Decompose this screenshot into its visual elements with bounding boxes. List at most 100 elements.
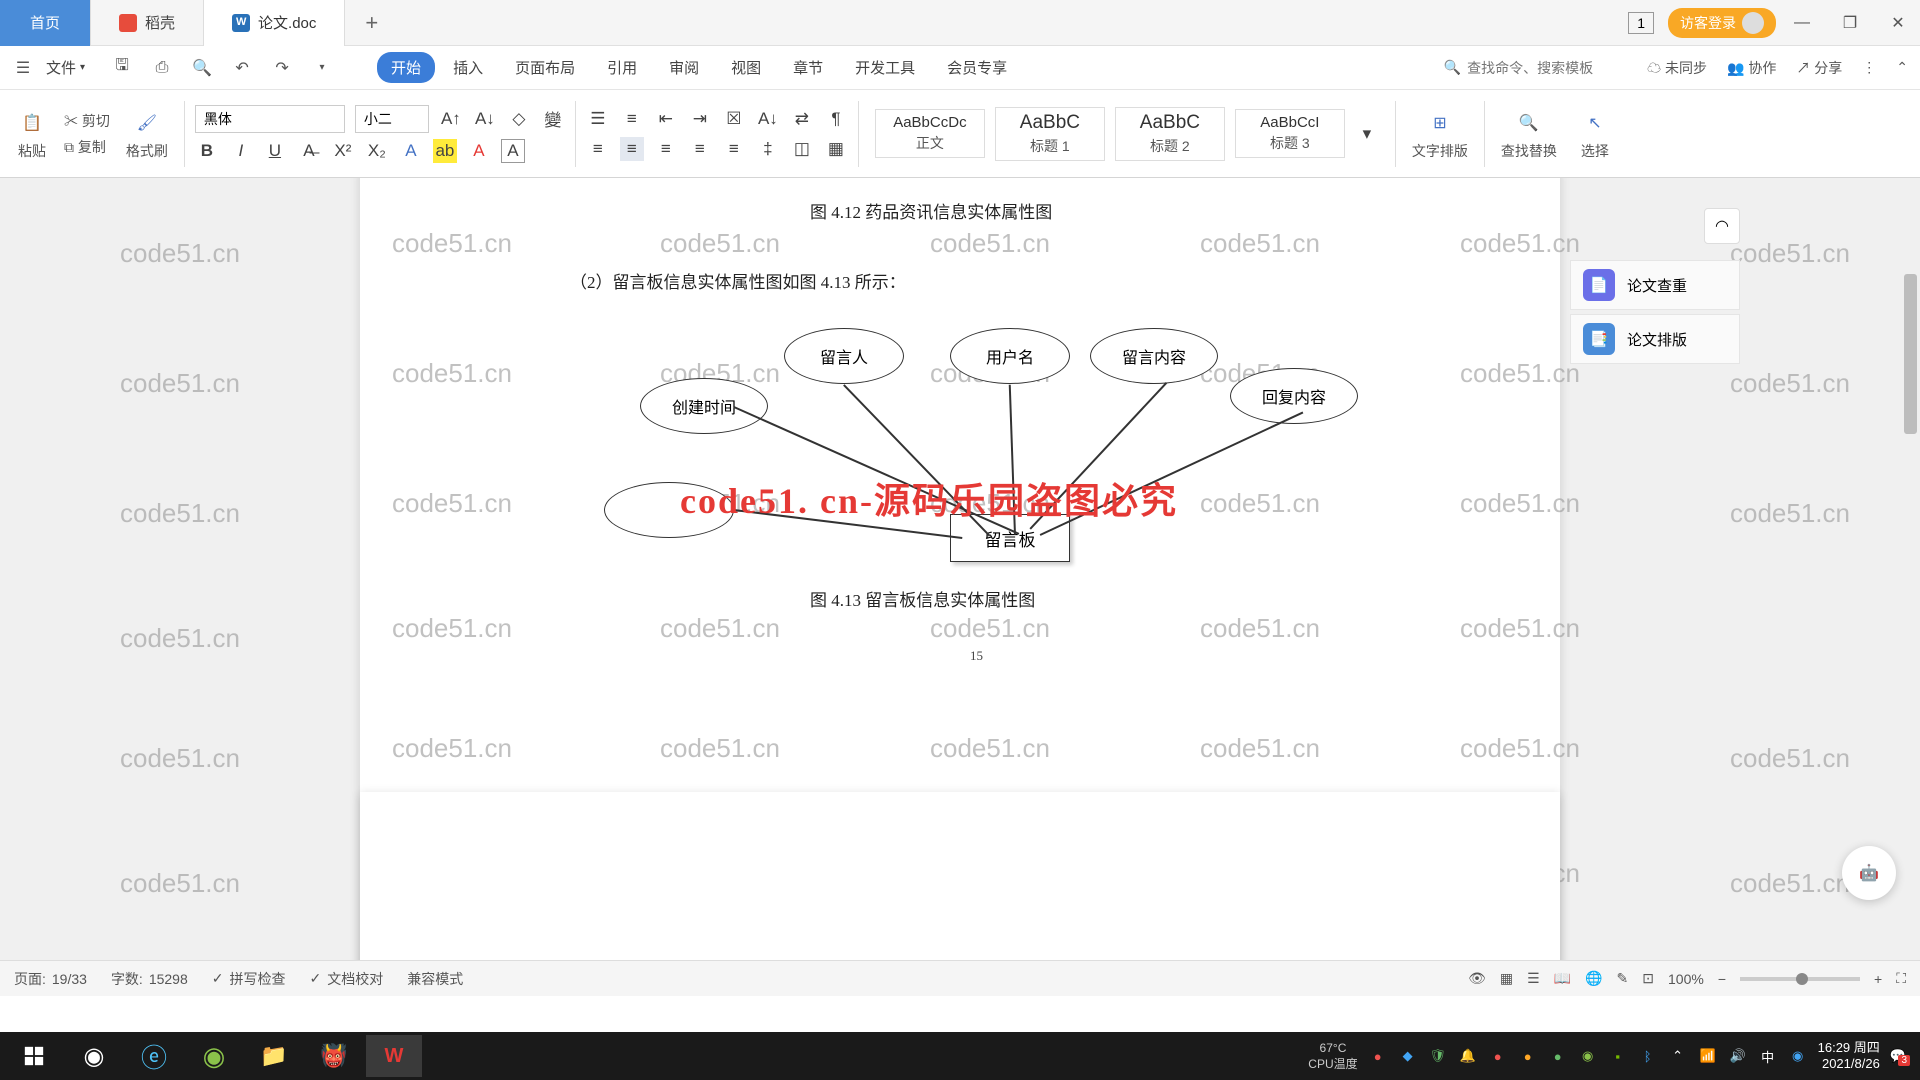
tab-review[interactable]: 审阅 [655,52,713,83]
explorer-icon[interactable]: 📁 [246,1035,302,1077]
italic-button[interactable]: I [229,139,253,163]
tab-reference[interactable]: 引用 [593,52,651,83]
zoom-out[interactable]: − [1718,971,1726,987]
preview-icon[interactable]: 🔍 [191,57,213,79]
spell-check[interactable]: ✓ 拼写检查 [212,969,286,989]
zoom-in[interactable]: + [1874,971,1882,987]
tab-view[interactable]: 视图 [717,52,775,83]
paper-format[interactable]: 📑论文排版 [1570,314,1740,364]
collab-button[interactable]: 👥 协作 [1727,58,1776,78]
zoom-slider[interactable] [1740,977,1860,981]
phonetic-icon[interactable]: 變 [541,107,565,131]
tab-pagelayout[interactable]: 页面布局 [501,52,589,83]
tray-icon[interactable]: ◉ [1788,1046,1808,1066]
align-right-icon[interactable]: ≡ [654,137,678,161]
font-name-combo[interactable]: 黑体 [195,105,345,133]
print-icon[interactable]: ⎙ [151,57,173,79]
tray-icon[interactable]: ● [1488,1046,1508,1066]
tab-member[interactable]: 会员专享 [933,52,1021,83]
app-icon[interactable]: 👹 [306,1035,362,1077]
asian-layout-icon[interactable]: ☒ [722,107,746,131]
tab-document[interactable]: 论文.doc [204,0,345,46]
decrease-font-icon[interactable]: A↓ [473,107,497,131]
zoom-thumb[interactable] [1796,973,1808,985]
notification-center[interactable]: 💬3 [1890,1048,1906,1064]
collapse-ribbon-icon[interactable]: ⌃ [1896,59,1908,76]
distribute-icon[interactable]: ≡ [722,137,746,161]
char-border-button[interactable]: A [501,139,525,163]
file-menu[interactable]: 文件▾ [40,57,91,78]
pen-icon[interactable]: ✎ [1617,970,1629,987]
ie-icon[interactable]: ⓔ [126,1035,182,1077]
bluetooth-icon[interactable]: ᛒ [1638,1046,1658,1066]
vertical-scrollbar[interactable] [1900,178,1920,960]
eye-icon[interactable]: 👁 [1468,970,1486,987]
web-icon[interactable]: 🌐 [1585,970,1602,987]
command-search[interactable]: 🔍 [1444,59,1627,76]
shading-icon[interactable]: ◫ [790,137,814,161]
wifi-icon[interactable]: 📶 [1698,1046,1718,1066]
scroll-thumb[interactable] [1904,274,1917,434]
tray-icon[interactable]: ● [1368,1046,1388,1066]
save-icon[interactable]: 🖫 [111,57,133,79]
volume-icon[interactable]: 🔊 [1728,1046,1748,1066]
tray-icon[interactable]: ● [1518,1046,1538,1066]
tray-icon[interactable]: ◆ [1398,1046,1418,1066]
more-icon[interactable]: ▾ [311,57,333,79]
fullscreen-icon[interactable]: ⛶ [1896,970,1906,987]
text-effect-button[interactable]: A [399,139,423,163]
select-group[interactable]: ↖选择 [1573,107,1617,161]
font-size-combo[interactable]: 小二 [355,105,429,133]
tab-home[interactable]: 首页 [0,0,91,46]
badge-count[interactable]: 1 [1628,12,1654,34]
show-marks-icon[interactable]: ¶ [824,107,848,131]
find-replace[interactable]: 🔍查找替换 [1495,107,1563,161]
bold-button[interactable]: B [195,139,219,163]
share-button[interactable]: ↗ 分享 [1796,58,1842,78]
paper-check[interactable]: 📄论文查重 [1570,260,1740,310]
align-left-icon[interactable]: ≡ [586,137,610,161]
font-color-button[interactable]: A [467,139,491,163]
numbering-icon[interactable]: ≡ [620,107,644,131]
tab-start[interactable]: 开始 [377,52,435,83]
underline-button[interactable]: U [263,139,287,163]
align-center-icon[interactable]: ≡ [620,137,644,161]
nvidia-icon[interactable]: ▪ [1608,1046,1628,1066]
tray-icon[interactable]: ◉ [1578,1046,1598,1066]
minimize-button[interactable]: — [1780,5,1824,41]
tab-icon[interactable]: ⇄ [790,107,814,131]
close-button[interactable]: ✕ [1876,5,1920,41]
paste-group[interactable]: 📋 粘贴 [10,107,54,161]
line-spacing-icon[interactable]: ‡ [756,137,780,161]
tab-docao[interactable]: 稻壳 [91,0,204,46]
styles-more-icon[interactable]: ▾ [1355,122,1379,146]
cortana-icon[interactable]: ◉ [66,1035,122,1077]
tab-devtools[interactable]: 开发工具 [841,52,929,83]
start-button[interactable] [6,1035,62,1077]
text-layout[interactable]: ⊞文字排版 [1406,107,1474,161]
tray-icon[interactable]: 🛡 [1428,1046,1448,1066]
justify-icon[interactable]: ≡ [688,137,712,161]
sort-icon[interactable]: A↓ [756,107,780,131]
cut-button[interactable]: ✂ 剪切 [64,111,110,131]
superscript-button[interactable]: X² [331,139,355,163]
zoom-value[interactable]: 100% [1668,971,1704,987]
ai-assistant[interactable]: 🤖 [1842,846,1896,900]
kebab-icon[interactable]: ⋮ [1862,59,1876,76]
decrease-indent-icon[interactable]: ⇤ [654,107,678,131]
style-normal[interactable]: AaBbCcDc正文 [875,109,985,158]
clear-format-icon[interactable]: ◇ [507,107,531,131]
ime-icon[interactable]: 中 [1758,1046,1778,1066]
tray-icon[interactable]: 🔔 [1458,1046,1478,1066]
maximize-button[interactable]: ❐ [1828,5,1872,41]
outline-icon[interactable]: ☰ [1527,970,1540,987]
cpu-temp[interactable]: 67°CCPU温度 [1308,1041,1357,1072]
search-input[interactable] [1467,60,1627,76]
copy-button[interactable]: ⧉ 复制 [64,137,110,157]
read-icon[interactable]: 📖 [1554,970,1571,987]
hamburger-icon[interactable]: ☰ [12,57,34,79]
wps-icon[interactable]: W [366,1035,422,1077]
clock[interactable]: 16:29 周四 2021/8/26 [1818,1040,1880,1071]
style-h3[interactable]: AaBbCcI标题 3 [1235,109,1345,158]
subscript-button[interactable]: X₂ [365,139,389,163]
